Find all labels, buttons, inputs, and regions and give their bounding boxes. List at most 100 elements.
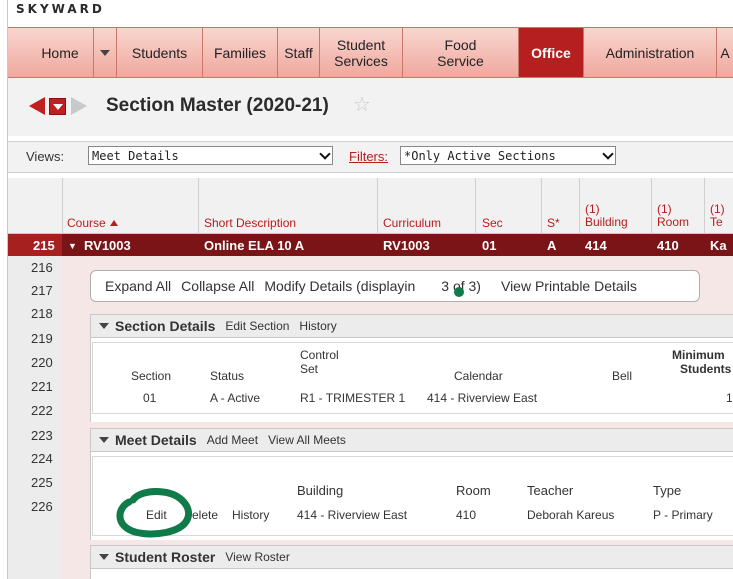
column-divider bbox=[475, 178, 476, 234]
label-set: Set bbox=[300, 362, 319, 376]
label-calendar: Calendar bbox=[454, 369, 503, 383]
value-meet-teacher: Deborah Kareus bbox=[527, 508, 615, 522]
collapse-all-link[interactable]: Collapse All bbox=[181, 278, 254, 294]
column-divider bbox=[541, 178, 542, 234]
expand-all-link[interactable]: Expand All bbox=[105, 278, 171, 294]
annotation-dot bbox=[454, 287, 464, 297]
sort-ascending-icon bbox=[109, 220, 118, 226]
cell-status: A bbox=[547, 238, 557, 253]
value-meet-building: 414 - Riverview East bbox=[297, 508, 408, 522]
previous-arrow-icon[interactable] bbox=[29, 97, 45, 115]
label-students: Students bbox=[680, 362, 732, 376]
value-calendar: 414 - Riverview East bbox=[427, 391, 538, 405]
skyward-logo: SKYWARD bbox=[16, 2, 105, 16]
row-number: 221 bbox=[31, 379, 53, 394]
delete-meet-link[interactable]: elete bbox=[192, 508, 218, 522]
label-type: Type bbox=[653, 483, 682, 498]
star-icon[interactable]: ☆ bbox=[353, 95, 371, 115]
cell-room: 410 bbox=[657, 238, 679, 253]
row-number: 218 bbox=[31, 306, 53, 321]
section-details-box bbox=[92, 342, 733, 414]
student-roster-title: Student Roster bbox=[115, 549, 216, 565]
section-details-header: Section Details Edit Section History bbox=[90, 314, 733, 338]
column-header-sec[interactable]: Sec bbox=[482, 217, 503, 230]
column-header-building[interactable]: (1) Building bbox=[585, 203, 628, 229]
column-divider bbox=[62, 178, 63, 234]
meet-details-title: Meet Details bbox=[115, 432, 197, 448]
chevron-down-icon bbox=[52, 103, 63, 110]
column-header-teacher[interactable]: (1) Te bbox=[710, 203, 725, 229]
column-header-curriculum[interactable]: Curriculum bbox=[383, 217, 441, 230]
views-label: Views: bbox=[26, 149, 65, 164]
nav-office[interactable]: Office bbox=[519, 28, 584, 77]
nav-student-services[interactable]: Student Services bbox=[320, 28, 403, 77]
nav-home[interactable]: Home bbox=[27, 28, 94, 77]
meet-details-header: Meet Details Add Meet View All Meets bbox=[90, 428, 733, 452]
label-bell: Bell bbox=[612, 369, 633, 383]
nav-home-dropdown[interactable] bbox=[94, 28, 117, 77]
cell-curriculum: RV1003 bbox=[383, 238, 430, 253]
student-roster-body bbox=[90, 569, 733, 579]
view-all-meets-link[interactable]: View All Meets bbox=[268, 433, 346, 447]
views-select-value: Meet Details bbox=[92, 148, 179, 163]
filters-select-value: *Only Active Sections bbox=[404, 148, 556, 163]
column-header-status[interactable]: S* bbox=[547, 217, 560, 230]
collapse-icon[interactable] bbox=[99, 554, 109, 560]
edit-section-link[interactable]: Edit Section bbox=[225, 319, 289, 333]
navigation-menu-button[interactable] bbox=[49, 98, 66, 115]
label-minimum: Minimum bbox=[672, 348, 725, 362]
value-control-set: R1 - TRIMESTER 1 bbox=[300, 391, 406, 405]
column-divider bbox=[704, 178, 705, 234]
nav-administration[interactable]: Administration bbox=[584, 28, 717, 77]
column-divider bbox=[377, 178, 378, 234]
nav-students[interactable]: Students bbox=[117, 28, 203, 77]
meet-history-link[interactable]: History bbox=[232, 508, 269, 522]
nav-more[interactable]: A bbox=[717, 28, 733, 77]
value-minimum: 1 bbox=[726, 391, 733, 405]
chevron-down-icon bbox=[319, 147, 331, 160]
cell-short-description: Online ELA 10 A bbox=[204, 238, 305, 253]
value-status: A - Active bbox=[210, 391, 261, 405]
add-meet-link[interactable]: Add Meet bbox=[207, 433, 258, 447]
chevron-down-icon bbox=[100, 49, 110, 56]
collapse-icon[interactable] bbox=[99, 437, 109, 443]
nav-staff[interactable]: Staff bbox=[278, 28, 320, 77]
label-room: Room bbox=[456, 483, 491, 498]
student-roster-header: Student Roster View Roster bbox=[90, 545, 733, 569]
label-building: Building bbox=[297, 483, 344, 498]
label-control: Control bbox=[300, 348, 339, 362]
value-meet-type: P - Primary bbox=[653, 508, 713, 522]
section-details-title: Section Details bbox=[115, 318, 216, 334]
column-divider bbox=[651, 178, 652, 234]
label-teacher: Teacher bbox=[527, 483, 574, 498]
filters-link[interactable]: Filters: bbox=[349, 149, 388, 164]
views-select[interactable]: Meet Details bbox=[88, 146, 333, 165]
collapse-row-icon[interactable]: ▼ bbox=[68, 241, 77, 251]
row-number: 223 bbox=[31, 428, 53, 443]
left-edge bbox=[0, 0, 8, 579]
nav-families[interactable]: Families bbox=[203, 28, 278, 77]
page-title: Section Master (2020-21) bbox=[106, 95, 329, 116]
next-arrow-icon[interactable] bbox=[71, 97, 87, 115]
chevron-down-icon bbox=[602, 147, 614, 160]
filters-select[interactable]: *Only Active Sections bbox=[400, 146, 616, 165]
collapse-icon[interactable] bbox=[99, 323, 109, 329]
view-roster-link[interactable]: View Roster bbox=[225, 550, 289, 564]
row-number: 226 bbox=[31, 499, 53, 514]
column-header-course[interactable]: Course bbox=[67, 217, 118, 230]
row-number: 215 bbox=[8, 234, 62, 256]
nav-food-service[interactable]: Food Service bbox=[403, 28, 519, 77]
value-meet-room: 410 bbox=[456, 508, 477, 522]
annotation-circle bbox=[116, 488, 192, 538]
row-number: 225 bbox=[31, 475, 53, 490]
column-header-room[interactable]: (1) Room bbox=[657, 203, 689, 229]
section-history-link[interactable]: History bbox=[299, 319, 336, 333]
row-number: 224 bbox=[31, 451, 53, 466]
column-divider bbox=[198, 178, 199, 234]
detail-links-panel: Expand All Collapse All Modify Details (… bbox=[90, 270, 700, 302]
column-header-short-description[interactable]: Short Description bbox=[204, 217, 296, 230]
column-divider bbox=[579, 178, 580, 234]
view-printable-details-link[interactable]: View Printable Details bbox=[501, 278, 637, 294]
main-nav: Home Students Families Staff Student Serv… bbox=[8, 27, 733, 78]
row-number: 216 bbox=[31, 260, 53, 275]
